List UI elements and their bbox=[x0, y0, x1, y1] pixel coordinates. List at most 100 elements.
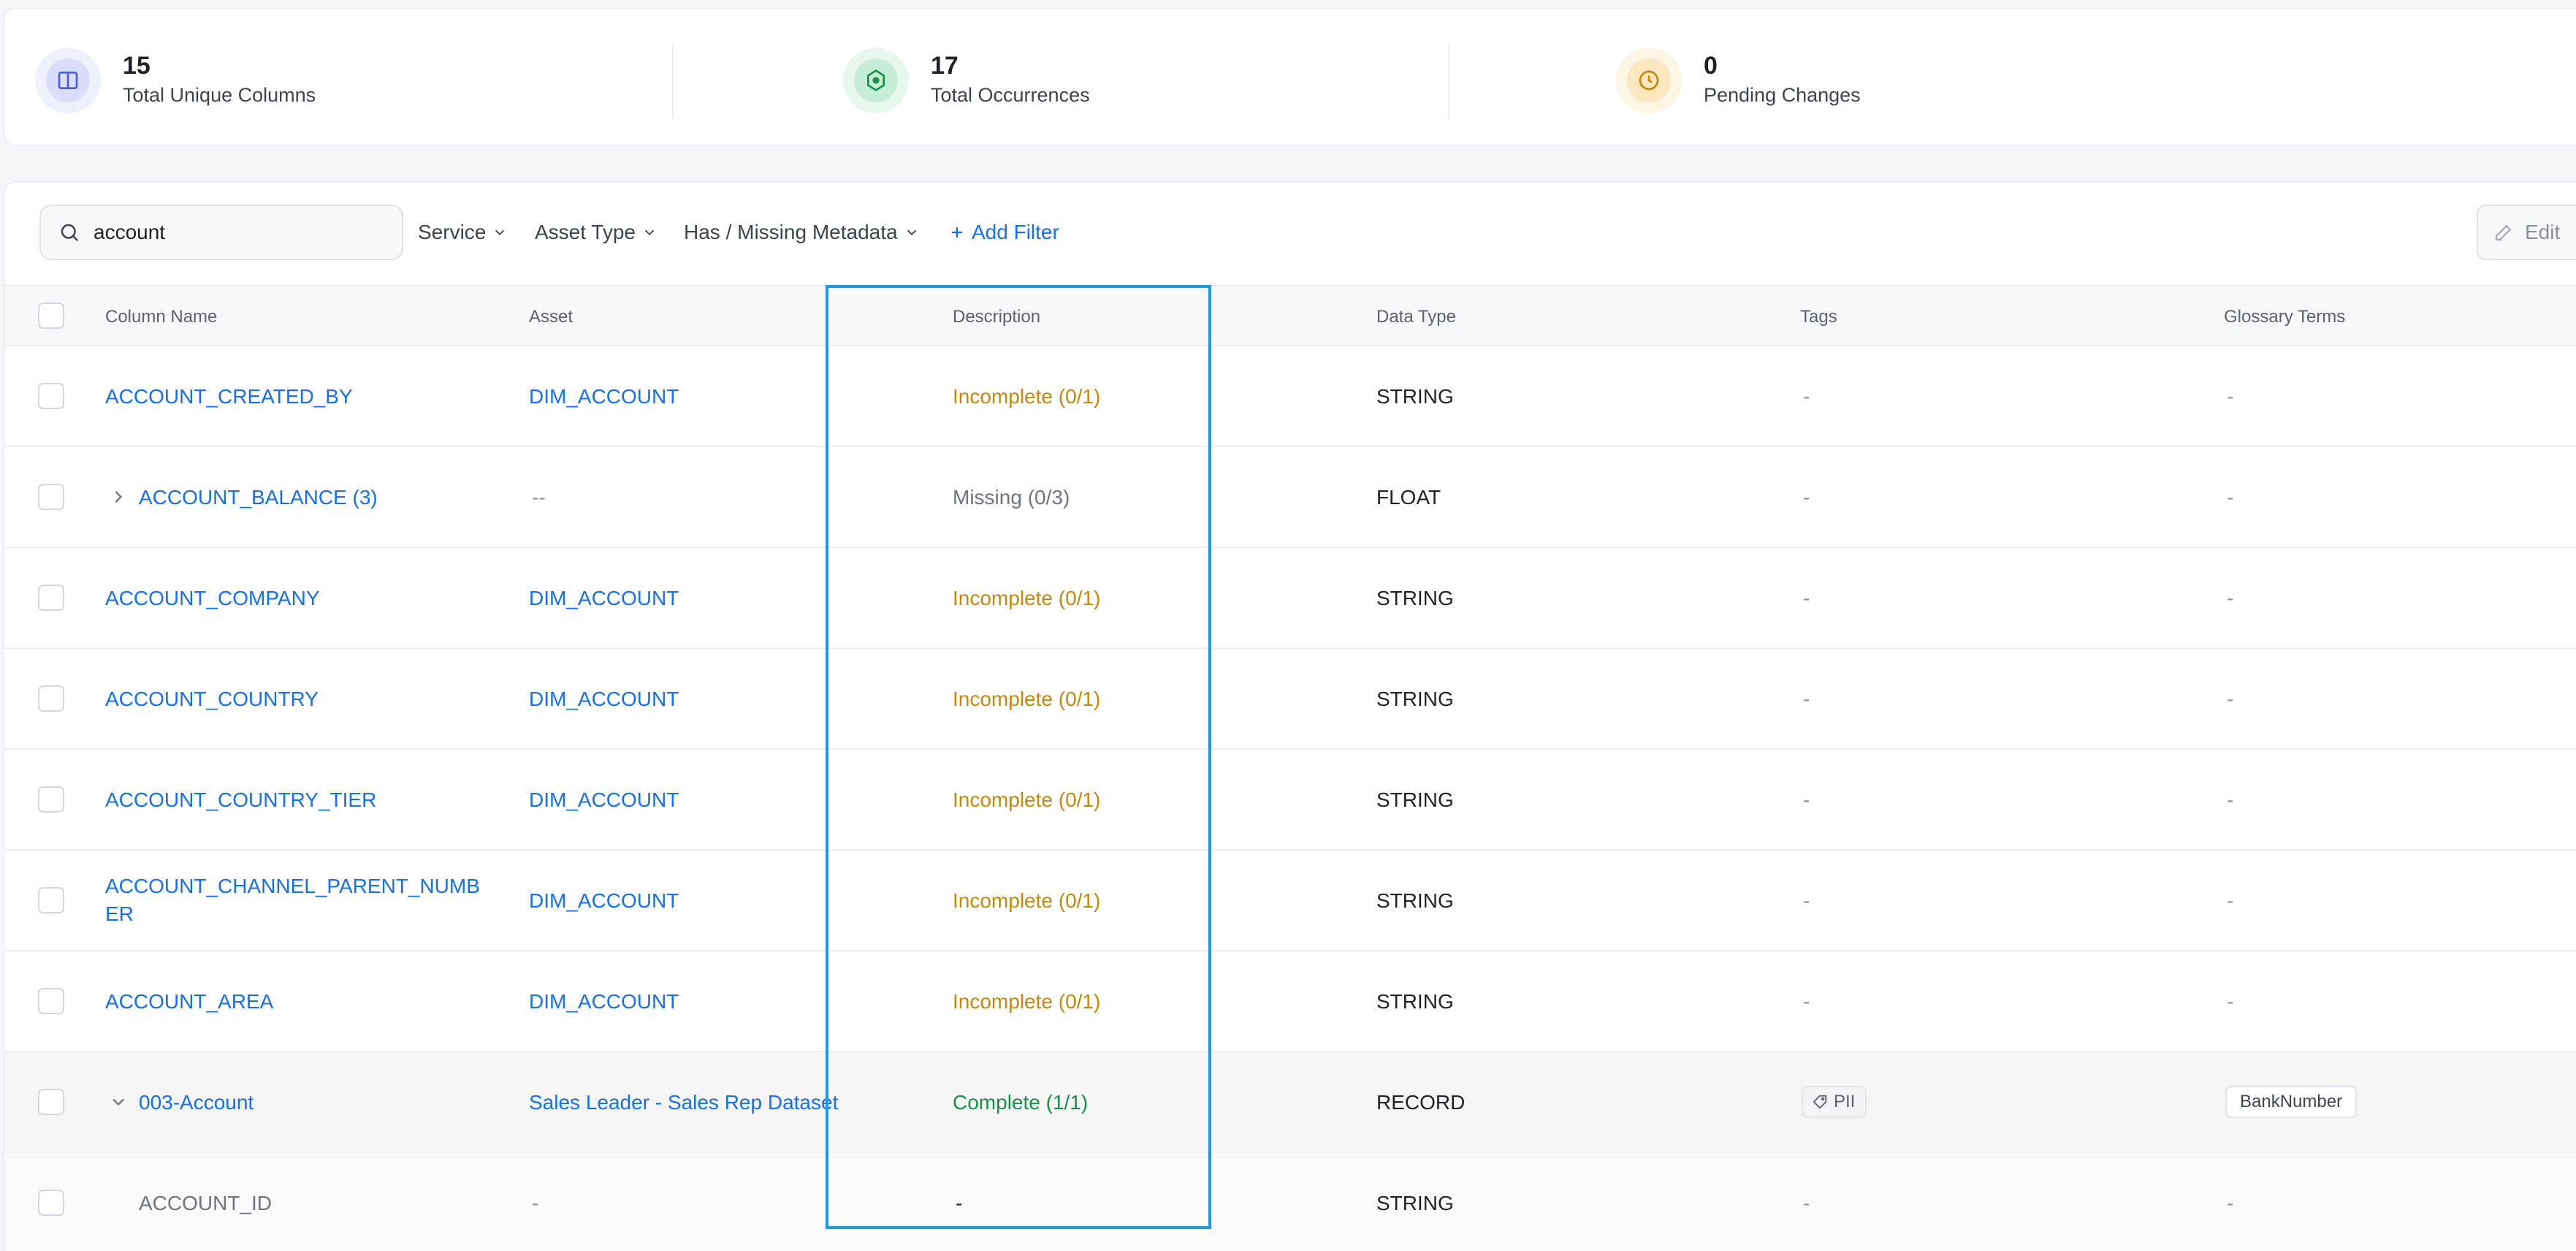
glossary-term-chip[interactable]: BankNumber bbox=[2225, 1086, 2358, 1118]
stat-pending-changes: 0 Pending Changes bbox=[1616, 44, 1861, 117]
edit-label: Edit bbox=[2525, 221, 2561, 243]
description-status[interactable]: Complete (1/1) bbox=[953, 1089, 1088, 1117]
data-type: RECORD bbox=[1376, 1091, 1466, 1114]
table-row[interactable]: ACCOUNT_BALANCE (3) -- Missing (0/3) FLO… bbox=[4, 447, 2576, 548]
clock-icon bbox=[1616, 47, 1682, 113]
description-empty[interactable]: - bbox=[956, 1190, 962, 1217]
data-type: STRING bbox=[1376, 990, 1454, 1013]
column-header-tags[interactable]: Tags bbox=[1800, 307, 1837, 327]
glossary-empty: - bbox=[2227, 889, 2234, 912]
data-type: STRING bbox=[1376, 889, 1454, 912]
select-all-checkbox[interactable] bbox=[38, 303, 64, 329]
glossary-empty: - bbox=[2227, 990, 2234, 1013]
column-name-link[interactable]: 003-Account bbox=[139, 1089, 254, 1117]
column-header-description[interactable]: Description bbox=[953, 307, 1040, 327]
asset-link[interactable]: DIM_ACCOUNT bbox=[529, 988, 679, 1016]
table-row[interactable]: ACCOUNT_COUNTRY DIM_ACCOUNT Incomplete (… bbox=[4, 649, 2576, 750]
tags-empty: - bbox=[1803, 688, 1810, 710]
row-checkbox[interactable] bbox=[38, 988, 64, 1014]
column-header-data-type[interactable]: Data Type bbox=[1376, 307, 1456, 327]
pencil-icon bbox=[2495, 224, 2512, 241]
stat-value: 15 bbox=[123, 52, 150, 80]
table-row[interactable]: ACCOUNT_CHANNEL_PARENT_NUMB ER DIM_ACCOU… bbox=[4, 851, 2576, 951]
tags-empty: - bbox=[1803, 1192, 1810, 1214]
column-name[interactable]: ACCOUNT_ID bbox=[139, 1190, 272, 1217]
chevron-right-icon[interactable] bbox=[108, 487, 129, 507]
data-type: STRING bbox=[1376, 688, 1454, 710]
asset-link[interactable]: DIM_ACCOUNT bbox=[529, 383, 679, 411]
row-checkbox[interactable] bbox=[38, 786, 64, 813]
table-row[interactable]: ACCOUNT_COMPANY DIM_ACCOUNT Incomplete (… bbox=[4, 548, 2576, 649]
columns-table-card: Service Asset Type Has / Missing Metadat… bbox=[3, 181, 2576, 1251]
divider bbox=[672, 45, 674, 118]
glossary-empty: - bbox=[2227, 486, 2234, 509]
search-input[interactable] bbox=[94, 221, 371, 244]
glossary-empty: - bbox=[2227, 688, 2234, 710]
stat-total-unique-columns: 15 Total Unique Columns bbox=[35, 44, 316, 117]
column-name-line: ER bbox=[105, 902, 134, 925]
row-checkbox[interactable] bbox=[38, 1190, 64, 1216]
filter-label: Has / Missing Metadata bbox=[684, 221, 898, 243]
target-icon bbox=[843, 47, 909, 113]
table-row[interactable]: ACCOUNT_AREA DIM_ACCOUNT Incomplete (0/1… bbox=[4, 951, 2576, 1052]
row-checkbox[interactable] bbox=[38, 383, 64, 409]
table-row[interactable]: ACCOUNT_COUNTRY_TIER DIM_ACCOUNT Incompl… bbox=[4, 750, 2576, 851]
table-row[interactable]: ACCOUNT_ID - - STRING - - bbox=[4, 1153, 2576, 1251]
data-type: STRING bbox=[1376, 1192, 1454, 1214]
asset-link[interactable]: DIM_ACCOUNT bbox=[529, 585, 679, 612]
asset-link[interactable]: DIM_ACCOUNT bbox=[529, 685, 679, 713]
row-checkbox[interactable] bbox=[38, 585, 64, 611]
row-checkbox[interactable] bbox=[38, 484, 64, 510]
description-status[interactable]: Incomplete (0/1) bbox=[953, 786, 1100, 814]
asset-link[interactable]: DIM_ACCOUNT bbox=[529, 786, 679, 814]
stat-value: 0 bbox=[1704, 52, 1718, 80]
description-status[interactable]: Incomplete (0/1) bbox=[953, 887, 1100, 915]
row-checkbox[interactable] bbox=[38, 685, 64, 712]
column-name-link[interactable]: ACCOUNT_COUNTRY_TIER bbox=[105, 786, 376, 814]
asset-link[interactable]: Sales Leader - Sales Rep Dataset bbox=[529, 1089, 838, 1117]
description-status[interactable]: Incomplete (0/1) bbox=[953, 585, 1100, 612]
column-name-link[interactable]: ACCOUNT_AREA bbox=[105, 988, 273, 1016]
column-header-asset[interactable]: Asset bbox=[529, 307, 573, 327]
description-status[interactable]: Missing (0/3) bbox=[953, 484, 1070, 512]
chevron-down-icon[interactable] bbox=[108, 1092, 129, 1112]
stat-label: Pending Changes bbox=[1704, 84, 1861, 106]
glossary-empty: - bbox=[2227, 1192, 2234, 1214]
description-status[interactable]: Incomplete (0/1) bbox=[953, 988, 1100, 1016]
filter-service[interactable]: Service bbox=[418, 218, 508, 247]
row-checkbox[interactable] bbox=[38, 887, 64, 913]
tags-empty: - bbox=[1803, 385, 1810, 408]
row-checkbox[interactable] bbox=[38, 1089, 64, 1115]
filter-asset-type[interactable]: Asset Type bbox=[535, 218, 658, 247]
description-status[interactable]: Incomplete (0/1) bbox=[953, 383, 1100, 411]
description-status[interactable]: Incomplete (0/1) bbox=[953, 685, 1100, 713]
filter-has-missing-metadata[interactable]: Has / Missing Metadata bbox=[684, 218, 920, 247]
stat-label: Total Unique Columns bbox=[123, 84, 316, 106]
filter-label: Asset Type bbox=[535, 221, 636, 243]
search-box[interactable] bbox=[39, 205, 403, 260]
column-name-line: ACCOUNT_CHANNEL_PARENT_NUMB bbox=[105, 875, 480, 897]
search-icon bbox=[61, 224, 79, 242]
tags-empty: - bbox=[1803, 587, 1810, 609]
column-name-link[interactable]: ACCOUNT_BALANCE (3) bbox=[139, 484, 378, 512]
column-name-link[interactable]: ACCOUNT_CREATED_BY bbox=[105, 383, 353, 411]
column-header-glossary-terms[interactable]: Glossary Terms bbox=[2224, 307, 2345, 327]
table-header: Column Name Asset Description Data Type … bbox=[4, 285, 2576, 346]
column-header-name[interactable]: Column Name bbox=[105, 307, 217, 327]
table-row[interactable]: 003-Account Sales Leader - Sales Rep Dat… bbox=[4, 1052, 2576, 1153]
add-filter-button[interactable]: Add Filter bbox=[948, 218, 1059, 247]
asset-link[interactable]: DIM_ACCOUNT bbox=[529, 887, 679, 915]
columns-icon bbox=[35, 47, 101, 113]
chevron-down-icon bbox=[641, 224, 658, 240]
data-type: STRING bbox=[1376, 587, 1454, 609]
summary-stats-card: 15 Total Unique Columns 17 Total Occurre… bbox=[3, 7, 2576, 146]
glossary-empty: - bbox=[2227, 788, 2234, 811]
tag-chip[interactable]: PII bbox=[1802, 1086, 1867, 1118]
column-name-link[interactable]: ACCOUNT_CHANNEL_PARENT_NUMB ER bbox=[105, 872, 480, 928]
column-name-link[interactable]: ACCOUNT_COUNTRY bbox=[105, 685, 319, 713]
column-name-link[interactable]: ACCOUNT_COMPANY bbox=[105, 585, 320, 612]
edit-button[interactable]: Edit bbox=[2477, 205, 2576, 260]
tags-empty: - bbox=[1803, 486, 1810, 509]
table-row[interactable]: ACCOUNT_CREATED_BY DIM_ACCOUNT Incomplet… bbox=[4, 346, 2576, 447]
data-type: STRING bbox=[1376, 385, 1454, 408]
